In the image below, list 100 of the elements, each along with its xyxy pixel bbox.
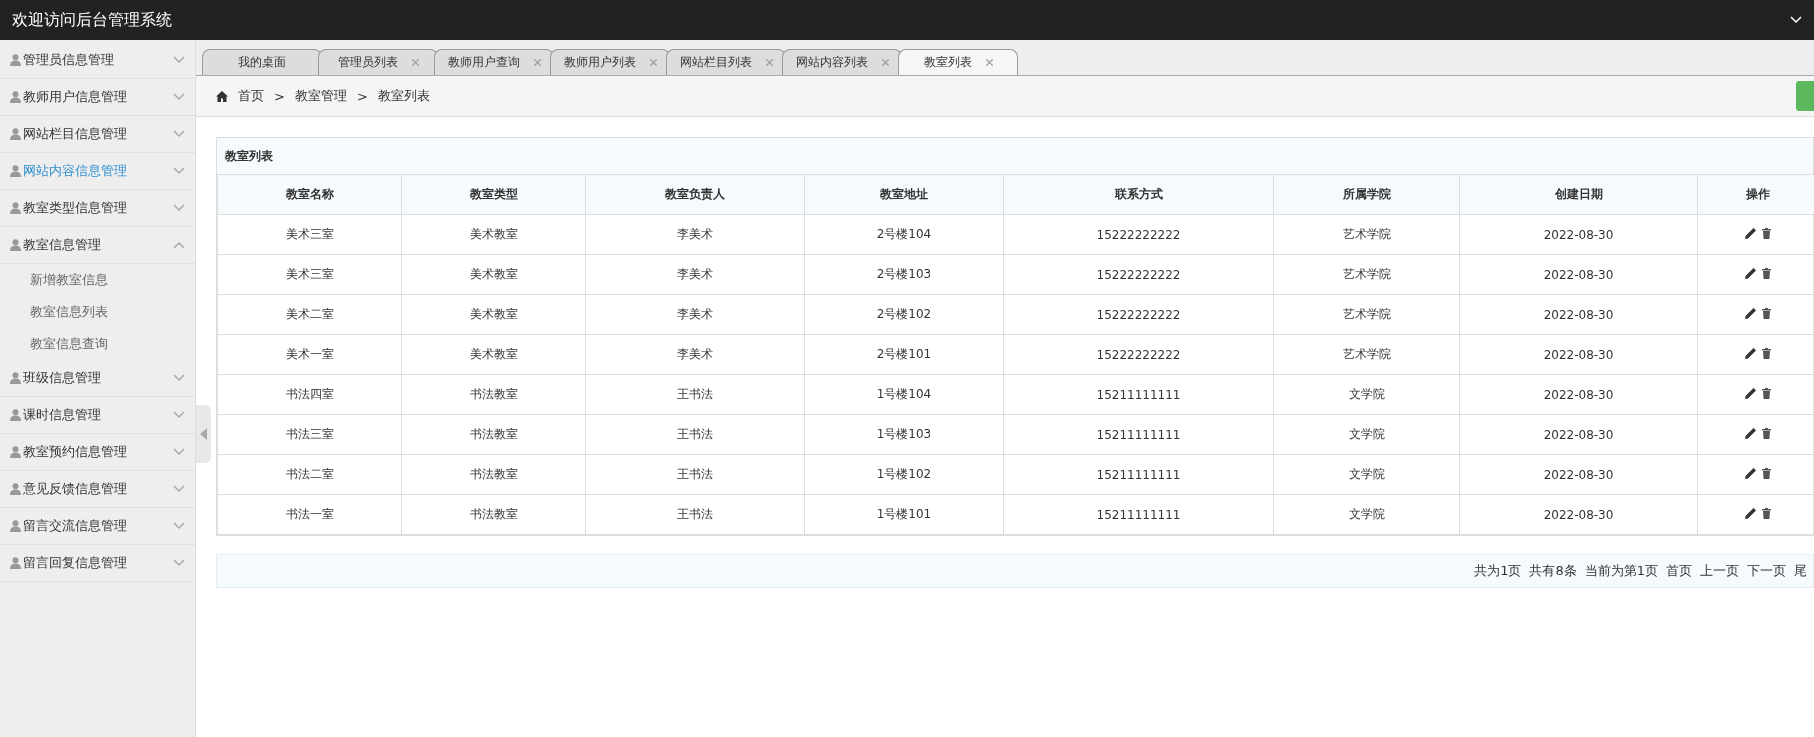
table-cell: 15222222222 xyxy=(1003,334,1274,375)
submenu-item[interactable]: 教室信息列表 xyxy=(0,296,195,328)
edit-icon[interactable] xyxy=(1744,467,1756,479)
table-cell: 15222222222 xyxy=(1003,294,1274,335)
table-cell: 李美术 xyxy=(585,334,805,375)
breadcrumb-link[interactable]: 教室列表 xyxy=(377,87,430,105)
table-cell: 1号楼104 xyxy=(804,374,1004,415)
table-cell: 王书法 xyxy=(585,414,805,455)
table-cell: 2号楼104 xyxy=(804,214,1004,255)
submenu-item[interactable]: 新增教室信息 xyxy=(0,264,195,296)
page-link[interactable]: 首页 xyxy=(1666,562,1692,580)
delete-icon[interactable] xyxy=(1761,307,1771,319)
tab[interactable]: 教师用户查询 xyxy=(434,49,554,75)
delete-icon[interactable] xyxy=(1761,267,1771,279)
chevron-down-icon xyxy=(173,559,185,567)
edit-icon[interactable] xyxy=(1744,427,1756,439)
sidebar-item[interactable]: 教室信息管理 xyxy=(0,227,195,264)
table-cell: 2022-08-30 xyxy=(1459,494,1698,535)
collapse-handle[interactable] xyxy=(196,405,211,463)
column-header: 操作 xyxy=(1697,175,1814,215)
table-cell: 美术二室 xyxy=(217,294,402,335)
column-header: 所属学院 xyxy=(1273,175,1460,215)
delete-icon[interactable] xyxy=(1761,387,1771,399)
table-cell: 2号楼102 xyxy=(804,294,1004,335)
sidebar-item[interactable]: 留言交流信息管理 xyxy=(0,508,195,545)
breadcrumb-separator: > xyxy=(274,88,285,104)
column-header: 教室负责人 xyxy=(585,175,805,215)
chevron-down-icon xyxy=(173,485,185,493)
breadcrumb-link[interactable]: 首页 xyxy=(238,87,264,105)
breadcrumb-separator: > xyxy=(356,88,368,104)
breadcrumb-link[interactable]: 教室管理 xyxy=(294,87,347,105)
sidebar-item[interactable]: 班级信息管理 xyxy=(0,360,195,397)
close-icon[interactable] xyxy=(985,59,993,66)
table-cell: 15222222222 xyxy=(1003,214,1274,255)
delete-icon[interactable] xyxy=(1761,467,1771,479)
table-cell: 2022-08-30 xyxy=(1459,414,1698,455)
page-link[interactable]: 上一页 xyxy=(1700,562,1739,580)
user-icon xyxy=(10,483,21,495)
table-cell: 15211111111 xyxy=(1003,414,1274,455)
sidebar-item[interactable]: 教室类型信息管理 xyxy=(0,190,195,227)
sidebar-item[interactable]: 管理员信息管理 xyxy=(0,42,195,79)
tab[interactable]: 教师用户列表 xyxy=(550,49,670,75)
page-link[interactable]: 尾 xyxy=(1794,562,1807,580)
table-cell: 美术教室 xyxy=(401,214,586,255)
tab[interactable]: 教室列表 xyxy=(898,49,1018,75)
chevron-down-icon xyxy=(173,374,185,382)
delete-icon[interactable] xyxy=(1761,427,1771,439)
column-header: 教室类型 xyxy=(401,175,586,215)
table-cell: 李美术 xyxy=(585,294,805,335)
user-icon xyxy=(10,165,21,177)
table-cell: 书法教室 xyxy=(401,414,586,455)
page-info: 当前为第1页 xyxy=(1584,562,1658,580)
home-icon xyxy=(216,90,228,102)
table-cell: 书法一室 xyxy=(217,494,402,535)
edit-icon[interactable] xyxy=(1744,267,1756,279)
sidebar-item[interactable]: 意见反馈信息管理 xyxy=(0,471,195,508)
table-cell: 文学院 xyxy=(1273,454,1460,495)
panel-title: 教室列表 xyxy=(225,147,273,165)
submenu-item[interactable]: 教室信息查询 xyxy=(0,328,195,360)
sidebar-item[interactable]: 课时信息管理 xyxy=(0,397,195,434)
edit-icon[interactable] xyxy=(1744,507,1756,519)
user-icon xyxy=(10,409,21,421)
column-header: 教室名称 xyxy=(217,175,402,215)
table-cell: 王书法 xyxy=(585,454,805,495)
table-cell: 2022-08-30 xyxy=(1459,374,1698,415)
table-cell: 艺术学院 xyxy=(1273,294,1460,335)
user-icon xyxy=(10,557,21,569)
delete-icon[interactable] xyxy=(1761,227,1771,239)
table-cell: 1号楼101 xyxy=(804,494,1004,535)
table-cell: 1号楼103 xyxy=(804,414,1004,455)
column-header: 教室地址 xyxy=(804,175,1004,215)
page-link[interactable]: 下一页 xyxy=(1747,562,1786,580)
edit-icon[interactable] xyxy=(1744,307,1756,319)
sidebar-item[interactable]: 留言回复信息管理 xyxy=(0,545,195,582)
table-cell: 书法教室 xyxy=(401,494,586,535)
user-icon xyxy=(10,446,21,458)
table-cell: 书法教室 xyxy=(401,374,586,415)
edit-icon[interactable] xyxy=(1744,227,1756,239)
delete-icon[interactable] xyxy=(1761,347,1771,359)
table-cell: 2022-08-30 xyxy=(1459,214,1698,255)
table-cell: 文学院 xyxy=(1273,414,1460,455)
tab[interactable]: 网站内容列表 xyxy=(782,49,902,75)
table-cell: 15222222222 xyxy=(1003,254,1274,295)
delete-icon[interactable] xyxy=(1761,507,1771,519)
tab[interactable]: 我的桌面 xyxy=(202,49,322,75)
tab[interactable]: 网站栏目列表 xyxy=(666,49,786,75)
table-cell: 美术三室 xyxy=(217,254,402,295)
table-cell: 2022-08-30 xyxy=(1459,294,1698,335)
sidebar-item[interactable]: 网站栏目信息管理 xyxy=(0,116,195,153)
user-icon xyxy=(10,91,21,103)
table-cell: 李美术 xyxy=(585,214,805,255)
sidebar-item[interactable]: 教室预约信息管理 xyxy=(0,434,195,471)
tab[interactable]: 管理员列表 xyxy=(318,49,438,75)
chevron-up-icon xyxy=(173,241,185,249)
edit-icon[interactable] xyxy=(1744,387,1756,399)
edit-icon[interactable] xyxy=(1744,347,1756,359)
table-cell: 艺术学院 xyxy=(1273,334,1460,375)
table-cell: 艺术学院 xyxy=(1273,254,1460,295)
table-cell: 2022-08-30 xyxy=(1459,254,1698,295)
sidebar-item[interactable]: 教师用户信息管理 xyxy=(0,79,195,116)
